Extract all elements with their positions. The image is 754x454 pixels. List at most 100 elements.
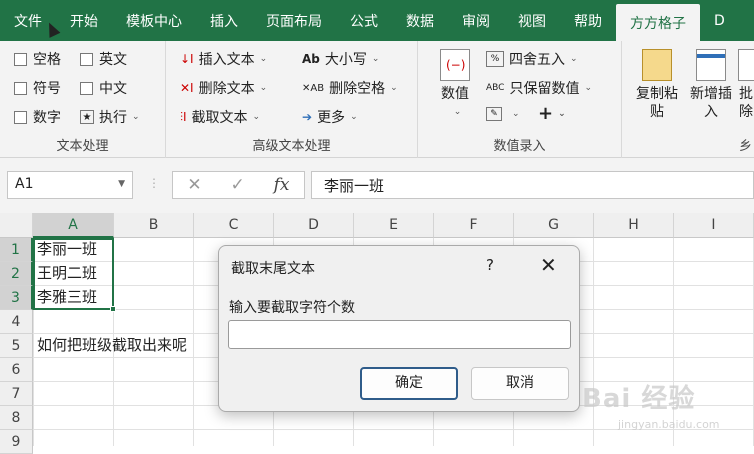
column-header-b[interactable]: B	[114, 213, 194, 238]
value-entry-group: (−) 数值 ⌄ % 四舍五入 ⌄ ABC 只保留数值 ⌄ ✎ ⌄ + ⌄ 数值录入	[418, 41, 622, 158]
dialog-title: 截取末尾文本	[231, 261, 315, 277]
watermark-url: jingyan.baidu.com	[618, 418, 720, 431]
checkbox-spaces[interactable]: 空格	[14, 49, 61, 69]
fill-handle[interactable]	[110, 306, 116, 312]
tab-home[interactable]: 开始	[56, 0, 112, 41]
checkbox-icon[interactable]	[14, 52, 27, 66]
column-header-f[interactable]: F	[434, 213, 514, 238]
chevron-down-icon: ⌄	[512, 109, 520, 119]
row-header-5[interactable]: 5	[0, 334, 33, 358]
chevron-down-icon: ⌄	[350, 112, 358, 122]
row-header-2[interactable]: 2	[0, 262, 33, 286]
group-label-text-processing: 文本处理	[56, 139, 109, 154]
checkbox-icon[interactable]	[14, 81, 27, 95]
cancel-icon[interactable]: ✕	[187, 175, 201, 195]
cut-text-button[interactable]: ⫶I 截取文本 ⌄	[180, 107, 260, 127]
chevron-down-icon: ⌄	[570, 54, 578, 64]
copy-paste-group: 复制粘 贴 新增插 入 批 除 乡	[622, 41, 754, 158]
formula-input[interactable]: 李丽一班	[311, 171, 754, 199]
column-header-g[interactable]: G	[514, 213, 594, 238]
keep-value-icon: ABC	[486, 83, 505, 93]
round-button[interactable]: % 四舍五入 ⌄	[486, 49, 578, 69]
tab-view[interactable]: 视图	[504, 0, 560, 41]
name-box[interactable]: A1 ▼	[7, 171, 133, 199]
insert-text-icon: ↓I	[180, 52, 194, 66]
delete-text-button[interactable]: ✕I 删除文本 ⌄	[180, 78, 267, 98]
row-header-4[interactable]: 4	[0, 310, 33, 334]
insert-function-button[interactable]: fx	[274, 175, 290, 195]
group-label-value-entry: 数值录入	[493, 139, 546, 154]
column-header-i[interactable]: I	[674, 213, 754, 238]
more-button[interactable]: ➔ 更多 ⌄	[302, 107, 358, 127]
case-button[interactable]: Ab 大小写 ⌄	[302, 49, 379, 69]
ok-button[interactable]: 确定	[360, 367, 458, 400]
row-header-8[interactable]: 8	[0, 406, 33, 430]
copy-paste-button[interactable]: 复制粘 贴	[632, 49, 682, 121]
row-header-3[interactable]: 3	[0, 286, 33, 310]
chevron-down-icon: ⌄	[259, 54, 268, 64]
tab-page-layout[interactable]: 页面布局	[252, 0, 336, 41]
checkbox-icon[interactable]	[80, 52, 93, 66]
chevron-down-icon: ⌄	[132, 112, 140, 122]
checkbox-icon[interactable]	[14, 110, 27, 124]
add-insert-button[interactable]: 新增插 入	[686, 49, 736, 121]
tab-help[interactable]: 帮助	[560, 0, 616, 41]
row-header-9[interactable]: 9	[0, 430, 33, 454]
edit-button[interactable]: ✎ ⌄	[486, 107, 520, 121]
row-header-1[interactable]: 1	[0, 238, 33, 262]
row-header-6[interactable]: 6	[0, 358, 33, 382]
execute-button[interactable]: ★ 执行 ⌄	[80, 107, 140, 127]
checkbox-chinese[interactable]: 中文	[80, 78, 127, 98]
help-button[interactable]: ?	[486, 256, 494, 274]
column-header-d[interactable]: D	[274, 213, 354, 238]
batch-button[interactable]: 批 除	[738, 49, 754, 121]
tab-d[interactable]: D	[700, 0, 739, 41]
chevron-down-icon: ⌄	[390, 83, 398, 93]
batch-icon	[738, 49, 754, 81]
checkbox-numbers[interactable]: 数字	[14, 107, 61, 127]
edit-icon: ✎	[486, 107, 502, 121]
checkbox-english[interactable]: 英文	[80, 49, 127, 69]
select-all-corner[interactable]	[0, 213, 33, 238]
ribbon-panel: 空格 英文 符号 中文 数字 ★ 执行 ⌄ 文本处理 ↓I 插入文本 ⌄ ✕I 删除文本 ⌄…	[0, 41, 754, 158]
arrow-right-icon: ➔	[302, 110, 313, 124]
tab-template-center[interactable]: 模板中心	[112, 0, 196, 41]
cancel-button[interactable]: 取消	[471, 367, 569, 400]
chevron-down-icon: ⌄	[252, 112, 261, 122]
cell-a5[interactable]: 如何把班级截取出来呢	[33, 334, 233, 358]
tab-data[interactable]: 数据	[392, 0, 448, 41]
value-button[interactable]: (−) 数值 ⌄	[435, 49, 475, 121]
round-icon: %	[486, 51, 504, 67]
keep-value-button[interactable]: ABC 只保留数值 ⌄	[486, 78, 592, 98]
execute-icon: ★	[80, 110, 94, 124]
chevron-down-icon: ▼	[118, 179, 125, 189]
chevron-down-icon: ⌄	[371, 54, 380, 64]
delete-text-icon: ✕I	[180, 81, 194, 95]
drag-handle-icon[interactable]: ⋮	[148, 176, 160, 190]
check-icon[interactable]: ✓	[231, 175, 245, 195]
plus-button[interactable]: + ⌄	[538, 103, 566, 124]
checkbox-symbols[interactable]: 符号	[14, 78, 61, 98]
delete-spaces-button[interactable]: ✕AB 删除空格 ⌄	[302, 78, 398, 98]
column-header-c[interactable]: C	[194, 213, 274, 238]
text-processing-group: 空格 英文 符号 中文 数字 ★ 执行 ⌄ 文本处理	[0, 41, 166, 158]
chevron-down-icon: ⌄	[259, 83, 268, 93]
tab-review[interactable]: 审阅	[448, 0, 504, 41]
tab-formulas[interactable]: 公式	[336, 0, 392, 41]
tab-fangfang-gezi[interactable]: 方方格子	[616, 4, 700, 41]
value-icon: (−)	[440, 49, 470, 81]
advanced-text-group: ↓I 插入文本 ⌄ ✕I 删除文本 ⌄ ⫶I 截取文本 ⌄ Ab 大小写 ⌄ ✕AB 删除空格 ⌄ …	[166, 41, 418, 158]
checkbox-icon[interactable]	[80, 81, 93, 95]
insert-text-button[interactable]: ↓I 插入文本 ⌄	[180, 49, 267, 69]
char-count-input[interactable]	[228, 320, 571, 349]
tab-insert[interactable]: 插入	[196, 0, 252, 41]
group-label-advanced-text: 高级文本处理	[252, 139, 331, 154]
formula-buttons: ✕ ✓ fx	[172, 171, 305, 199]
close-icon[interactable]: ✕	[540, 253, 557, 277]
row-header-7[interactable]: 7	[0, 382, 33, 406]
dialog-prompt: 输入要截取字符个数	[229, 300, 355, 316]
column-header-a[interactable]: A	[33, 213, 114, 238]
column-header-h[interactable]: H	[594, 213, 674, 238]
chevron-down-icon: ⌄	[584, 83, 593, 93]
column-header-e[interactable]: E	[354, 213, 434, 238]
